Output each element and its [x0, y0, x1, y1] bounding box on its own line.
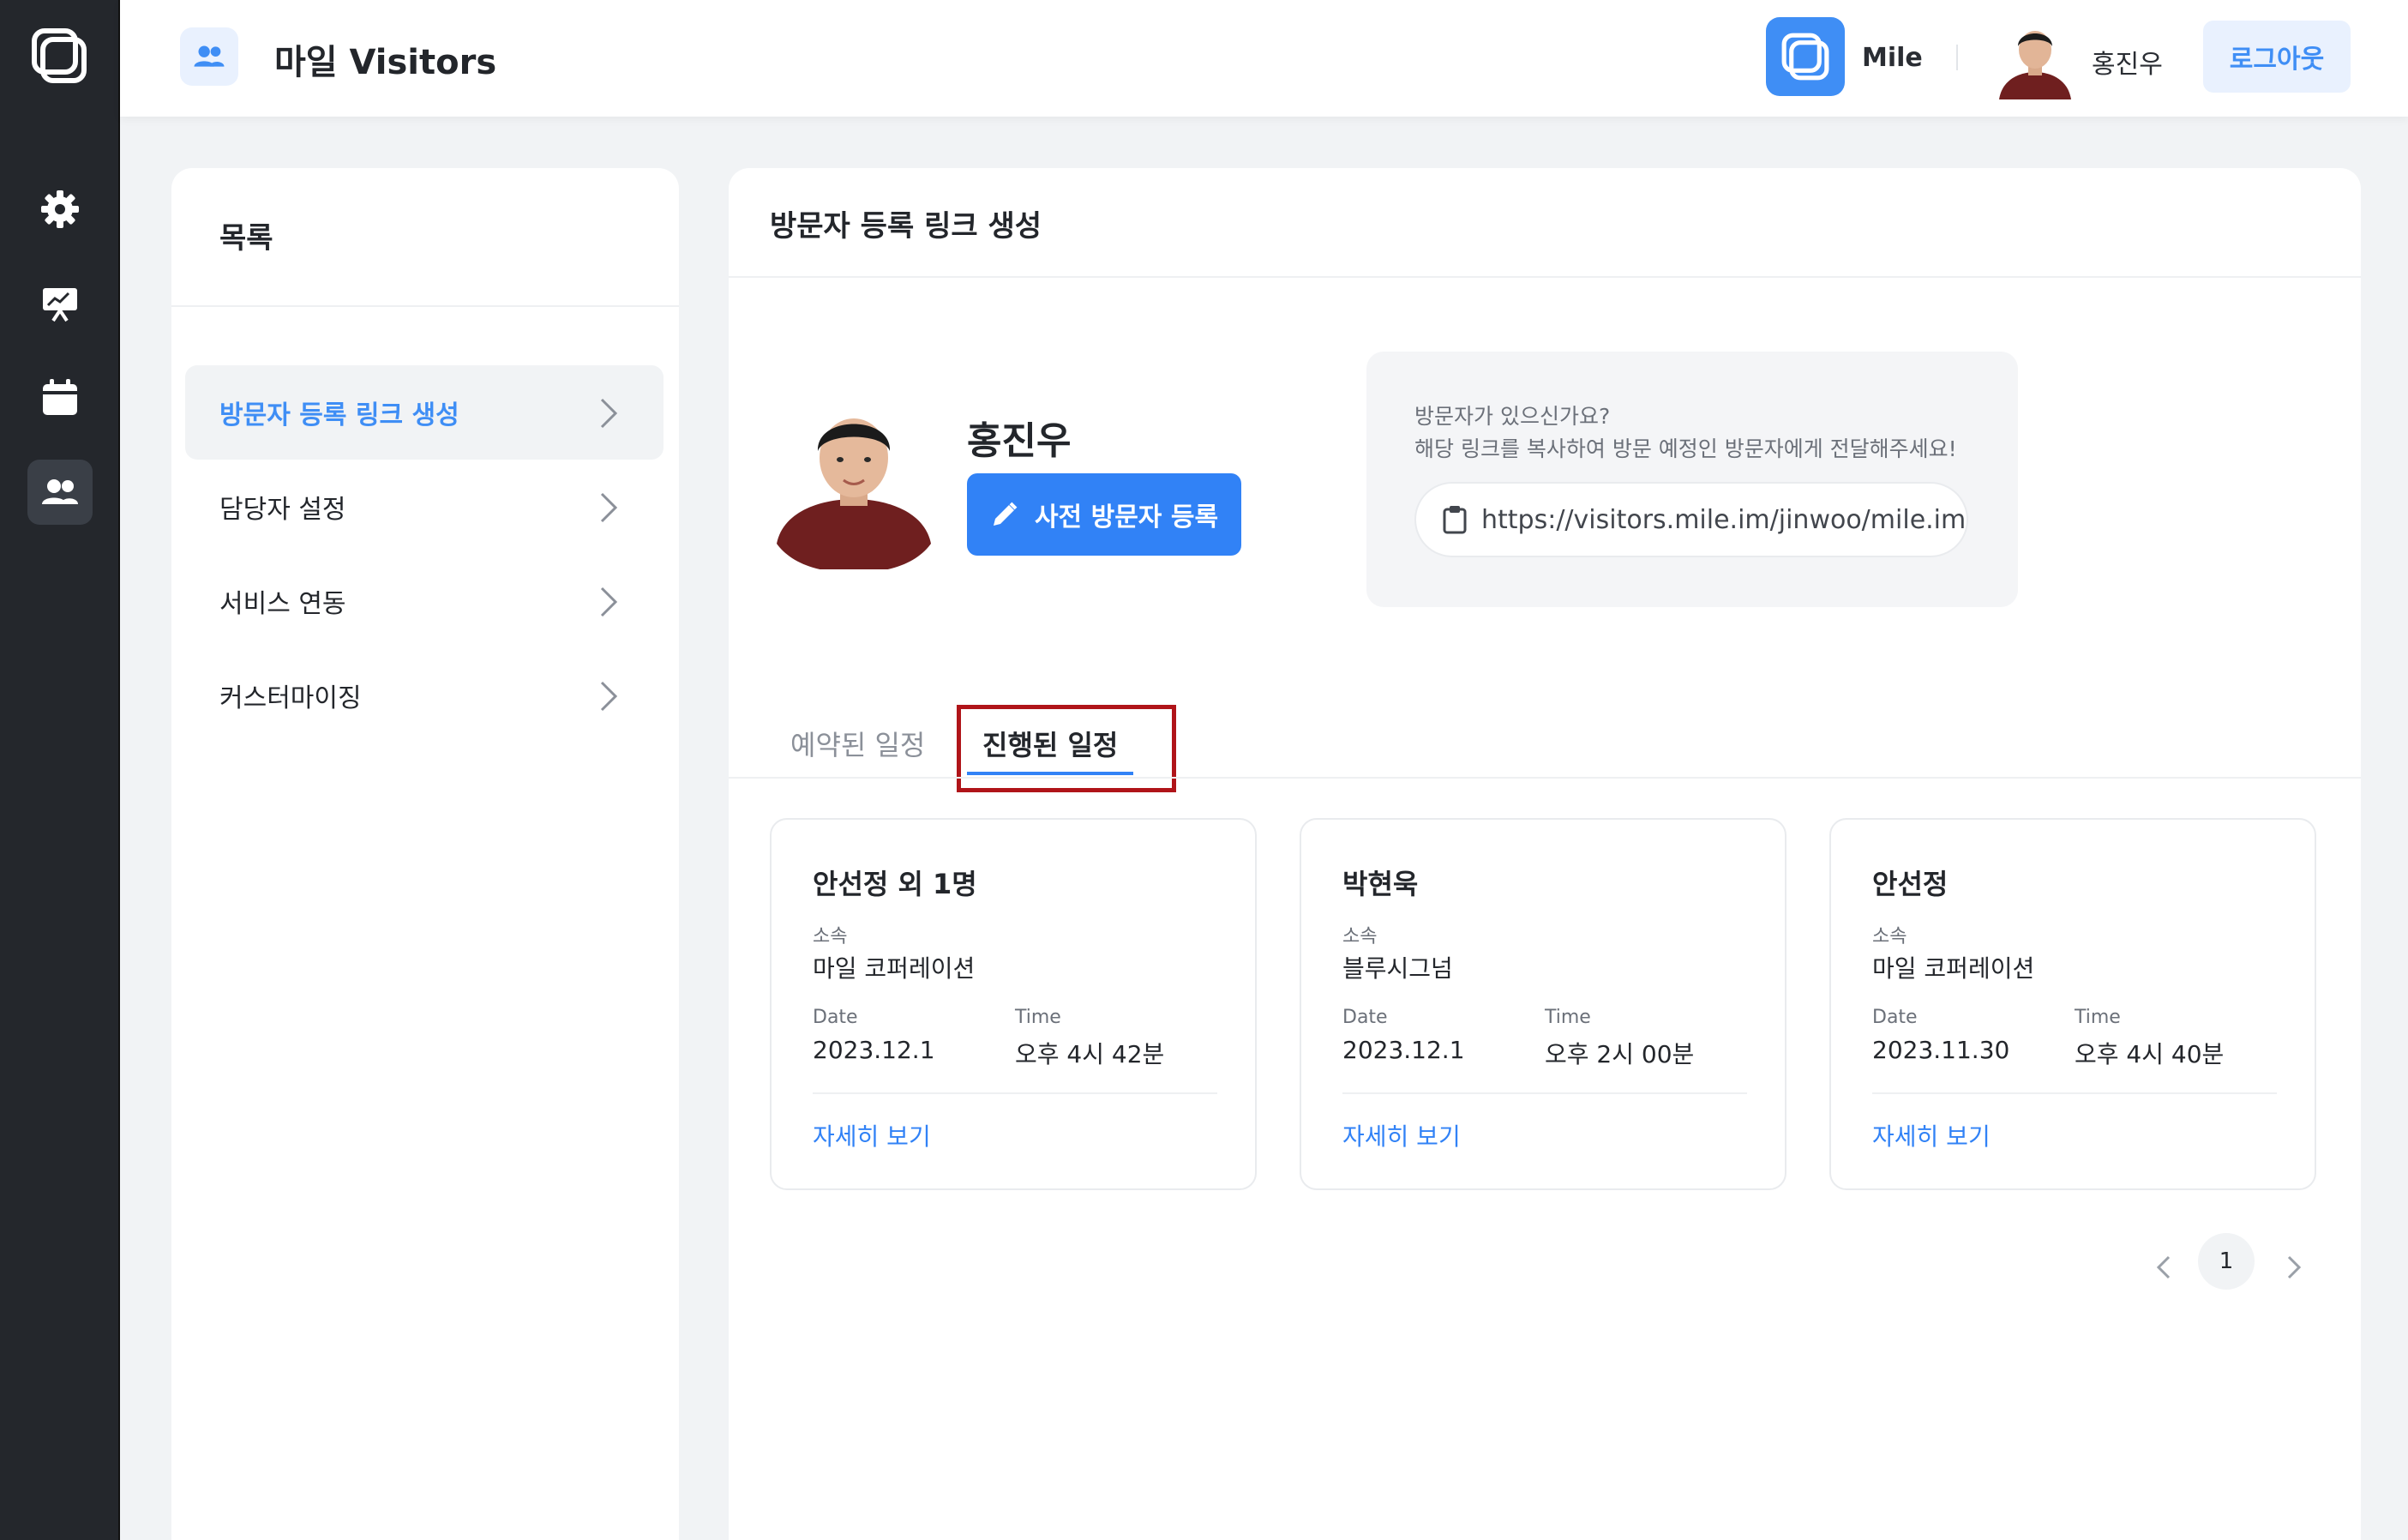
affiliation-value: 마일 코퍼레이션 [1872, 954, 2035, 983]
visit-card: 안선정 소속 마일 코퍼레이션 Date 2023.11.30 Time 오후 … [1829, 818, 2316, 1190]
chevron-right-icon [600, 587, 618, 617]
tabs-divider [729, 777, 2361, 779]
sidebar-item-manager-settings[interactable]: 담당자 설정 [185, 460, 664, 554]
time-value: 오후 2시 00분 [1545, 1040, 1695, 1068]
card-divider [813, 1092, 1217, 1094]
preregister-label: 사전 방문자 등록 [1034, 502, 1219, 532]
chevron-right-icon [600, 681, 618, 712]
tab-scheduled[interactable]: 예약된 일정 [790, 724, 925, 763]
sidebar-item-service-integration[interactable]: 서비스 연동 [185, 554, 664, 648]
view-details-link[interactable]: 자세히 보기 [813, 1118, 931, 1152]
affiliation-label: 소속 [1342, 926, 1378, 947]
date-value: 2023.12.1 [813, 1036, 935, 1064]
time-label: Time [1015, 1007, 1061, 1028]
calendar-icon [43, 379, 77, 415]
tab-highlight-box [957, 705, 1176, 792]
sidebar-item-customizing[interactable]: 커스터마이징 [185, 648, 664, 743]
presentation-nav-button[interactable] [27, 271, 93, 336]
app-title: 마일 Visitors [274, 43, 497, 82]
affiliation-value: 블루시그넘 [1342, 954, 1453, 983]
mile-logo-icon[interactable] [29, 26, 89, 86]
date-value: 2023.12.1 [1342, 1036, 1465, 1064]
logout-button[interactable]: 로그아웃 [2203, 21, 2351, 93]
user-avatar[interactable] [1994, 17, 2076, 99]
date-value: 2023.11.30 [1872, 1036, 2010, 1064]
brand-name: Mile [1862, 43, 1923, 73]
profile-photo [772, 398, 936, 573]
preregister-visitor-button[interactable]: 사전 방문자 등록 [967, 473, 1241, 556]
card-divider [1342, 1092, 1747, 1094]
time-value: 오후 4시 42분 [1015, 1040, 1165, 1068]
date-label: Date [813, 1007, 858, 1028]
affiliation-label: 소속 [813, 926, 848, 947]
affiliation-label: 소속 [1872, 926, 1907, 947]
date-label: Date [1872, 1007, 1918, 1028]
chevron-right-icon [600, 398, 618, 429]
mile-brand-icon[interactable] [1766, 17, 1845, 96]
visitor-name: 안선정 외 1명 [813, 868, 977, 900]
affiliation-value: 마일 코퍼레이션 [813, 954, 976, 983]
sidebar-item-label: 서비스 연동 [219, 589, 346, 619]
card-divider [1872, 1092, 2277, 1094]
visit-card: 안선정 외 1명 소속 마일 코퍼레이션 Date 2023.12.1 Time… [770, 818, 1257, 1190]
app-icon [180, 27, 238, 86]
date-label: Date [1342, 1007, 1388, 1028]
top-bar: 마일 Visitors Mile 홍진우 로그아웃 [120, 0, 2408, 117]
visitor-name: 안선정 [1872, 868, 1949, 900]
visit-card: 박현욱 소속 블루시그넘 Date 2023.12.1 Time 오후 2시 0… [1300, 818, 1786, 1190]
main-panel: 방문자 등록 링크 생성 홍진우 사전 방문자 등록 방문자가 있으신가요? 해… [729, 168, 2361, 1540]
sidebar-item-label: 방문자 등록 링크 생성 [219, 400, 459, 430]
sidebar-title: 목록 [219, 221, 273, 256]
share-link-box: 방문자가 있으신가요? 해당 링크를 복사하여 방문 예정인 방문자에게 전달해… [1366, 352, 2018, 607]
users-icon [194, 45, 225, 67]
settings-nav-button[interactable] [27, 177, 93, 242]
chevron-right-icon [600, 492, 618, 523]
header-divider [1956, 45, 1958, 70]
calendar-nav-button[interactable] [27, 365, 93, 430]
visitor-link-url: https://visitors.mile.im/jinwoo/mile.im [1481, 504, 1967, 535]
profile-name: 홍진우 [967, 419, 1072, 463]
view-details-link[interactable]: 자세히 보기 [1872, 1118, 1991, 1152]
left-rail [0, 0, 120, 1540]
sidebar-item-label: 커스터마이징 [219, 683, 362, 713]
visitor-name: 박현욱 [1342, 868, 1419, 900]
sidebar: 목록 방문자 등록 링크 생성 담당자 설정 서비스 연동 커스터마이징 [171, 168, 679, 1540]
view-details-link[interactable]: 자세히 보기 [1342, 1118, 1461, 1152]
time-label: Time [2075, 1007, 2121, 1028]
gear-icon [41, 190, 79, 228]
title-divider [729, 276, 2361, 278]
link-box-question: 방문자가 있으신가요? [1414, 404, 1611, 429]
sidebar-item-label: 담당자 설정 [219, 495, 346, 525]
page-title: 방문자 등록 링크 생성 [770, 209, 1042, 244]
header-user-name: 홍진우 [2092, 50, 2163, 80]
copy-link-field[interactable]: https://visitors.mile.im/jinwoo/mile.im [1414, 482, 1968, 557]
page-number-button[interactable]: 1 [2198, 1233, 2255, 1290]
sidebar-item-create-link[interactable]: 방문자 등록 링크 생성 [185, 365, 664, 460]
chevron-left-icon[interactable] [2152, 1250, 2177, 1284]
sidebar-divider [171, 305, 679, 307]
users-icon [42, 479, 78, 504]
presentation-icon [43, 288, 77, 322]
chevron-right-icon[interactable] [2280, 1250, 2306, 1284]
time-value: 오후 4시 40분 [2075, 1040, 2225, 1068]
time-label: Time [1545, 1007, 1591, 1028]
link-box-instruction: 해당 링크를 복사하여 방문 예정인 방문자에게 전달해주세요! [1414, 436, 1957, 461]
pencil-icon [993, 502, 1018, 526]
visitors-nav-button[interactable] [27, 460, 93, 525]
clipboard-icon [1443, 506, 1467, 534]
